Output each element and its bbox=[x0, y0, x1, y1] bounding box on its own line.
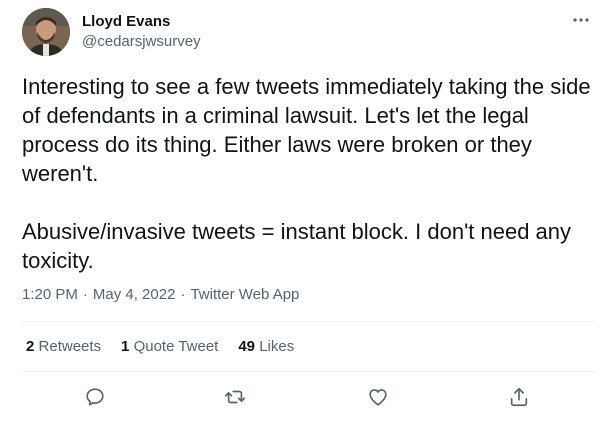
meta-separator: · bbox=[82, 286, 88, 303]
tweet-time[interactable]: 1:20 PM bbox=[22, 285, 78, 305]
like-button[interactable] bbox=[361, 380, 395, 414]
more-options-button[interactable] bbox=[571, 12, 591, 28]
quote-tweets-stat[interactable]: 1 Quote Tweet bbox=[121, 337, 218, 357]
likes-count: 49 bbox=[238, 338, 256, 355]
tweet-text: Interesting to see a few tweets immediat… bbox=[22, 72, 592, 275]
likes-label: Likes bbox=[259, 338, 295, 355]
share-icon bbox=[510, 387, 528, 407]
retweets-count: 2 bbox=[26, 338, 35, 355]
tweet-paragraph: Interesting to see a few tweets immediat… bbox=[22, 74, 591, 186]
retweet-icon bbox=[225, 390, 245, 404]
likes-stat[interactable]: 49 Likes bbox=[238, 337, 294, 357]
tweet-card: Lloyd Evans @cedarsjwsurvey Interesting … bbox=[0, 0, 609, 429]
tweet-stats: 2 Retweets 1 Quote Tweet 49 Likes bbox=[26, 337, 314, 357]
tweet-paragraph: Abusive/invasive tweets = instant block.… bbox=[22, 219, 572, 273]
quotes-label: Quote Tweet bbox=[133, 338, 219, 355]
like-icon bbox=[369, 389, 387, 406]
tweet-date[interactable]: May 4, 2022 bbox=[93, 285, 176, 305]
tweet-header: Lloyd Evans @cedarsjwsurvey bbox=[22, 8, 201, 56]
author-handle[interactable]: @cedarsjwsurvey bbox=[82, 32, 201, 52]
retweets-stat[interactable]: 2 Retweets bbox=[26, 337, 101, 357]
reply-button[interactable] bbox=[78, 380, 112, 414]
quotes-count: 1 bbox=[121, 338, 130, 355]
retweet-button[interactable] bbox=[218, 380, 252, 414]
meta-separator: · bbox=[180, 286, 186, 303]
avatar[interactable] bbox=[22, 8, 70, 56]
divider bbox=[22, 321, 597, 322]
reply-icon bbox=[86, 388, 104, 406]
author-names: Lloyd Evans @cedarsjwsurvey bbox=[82, 12, 201, 52]
retweets-label: Retweets bbox=[38, 338, 102, 355]
author-display-name[interactable]: Lloyd Evans bbox=[82, 12, 201, 32]
tweet-meta: 1:20 PM · May 4, 2022 · Twitter Web App bbox=[22, 285, 299, 305]
share-button[interactable] bbox=[502, 380, 536, 414]
tweet-actions bbox=[22, 380, 597, 414]
divider bbox=[22, 371, 597, 372]
more-icon bbox=[573, 18, 589, 22]
user-avatar-icon bbox=[22, 8, 70, 56]
tweet-source[interactable]: Twitter Web App bbox=[190, 285, 299, 305]
